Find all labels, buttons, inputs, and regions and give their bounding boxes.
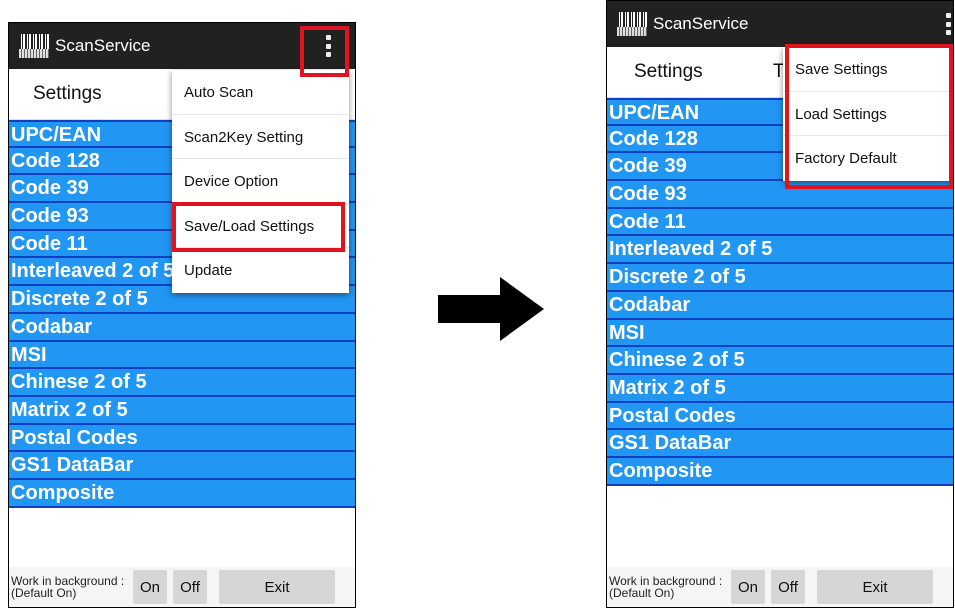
- highlight-menu: [785, 44, 953, 189]
- list-item-gs1-databar[interactable]: GS1 DataBar: [607, 430, 953, 458]
- background-label-line2: (Default On): [609, 586, 675, 600]
- list-item-interleaved-2-of-5[interactable]: Interleaved 2 of 5: [607, 236, 953, 265]
- background-label: Work in background : (Default On): [9, 575, 133, 599]
- title-bar: ScanService: [607, 1, 953, 47]
- tab-indicator: [627, 94, 707, 97]
- highlight-overflow: [300, 26, 349, 77]
- list-item-discrete-2-of-5[interactable]: Discrete 2 of 5: [607, 264, 953, 292]
- list-item-codabar[interactable]: Codabar: [607, 291, 953, 320]
- barcode-icon: [19, 34, 49, 58]
- app-title: ScanService: [55, 36, 151, 55]
- app-title: ScanService: [653, 14, 749, 33]
- exit-button[interactable]: Exit: [817, 570, 933, 604]
- more-vert-icon[interactable]: [946, 13, 952, 35]
- background-label: Work in background : (Default On): [607, 575, 731, 599]
- arrow-right-icon: [438, 277, 544, 341]
- tab-settings[interactable]: Settings: [634, 47, 703, 95]
- list-item-composite[interactable]: Composite: [9, 479, 355, 508]
- on-button[interactable]: On: [731, 570, 765, 604]
- barcode-icon: [617, 12, 647, 36]
- list-item-code-11[interactable]: Code 11: [607, 208, 953, 237]
- exit-button[interactable]: Exit: [219, 570, 335, 604]
- tab-settings[interactable]: Settings: [33, 69, 102, 117]
- overflow-menu: Auto Scan Scan2Key Setting Device Option Sa…: [172, 70, 349, 293]
- list-item-codabar[interactable]: Codabar: [9, 313, 355, 342]
- menu-item-update[interactable]: Update: [172, 248, 349, 293]
- list-item-gs1-databar[interactable]: GS1 DataBar: [9, 452, 355, 480]
- list-item-chinese-2-of-5[interactable]: Chinese 2 of 5: [9, 369, 355, 397]
- bottom-bar: Work in background : (Default On) On Off…: [607, 567, 953, 607]
- list-item-postal-codes[interactable]: Postal Codes: [9, 424, 355, 453]
- background-label-line2: (Default On): [11, 586, 77, 600]
- bottom-bar: Work in background : (Default On) On Off…: [9, 567, 355, 607]
- off-button[interactable]: Off: [173, 570, 207, 604]
- list-item-chinese-2-of-5[interactable]: Chinese 2 of 5: [607, 347, 953, 375]
- list-item-matrix-2-of-5[interactable]: Matrix 2 of 5: [9, 396, 355, 425]
- list-item-msi[interactable]: MSI: [9, 341, 355, 370]
- highlight-save-load: [172, 202, 345, 252]
- menu-item-device-option[interactable]: Device Option: [172, 159, 349, 204]
- right-screen: ScanService Settings T UPC/EAN Code 128 Co…: [606, 0, 954, 608]
- left-screen: ScanService Settings UPC/EAN Code 128 Code…: [8, 22, 356, 608]
- on-button[interactable]: On: [133, 570, 167, 604]
- tab-indicator: [29, 116, 109, 119]
- list-item-composite[interactable]: Composite: [607, 457, 953, 486]
- menu-item-scan2key-setting[interactable]: Scan2Key Setting: [172, 115, 349, 160]
- list-item-postal-codes[interactable]: Postal Codes: [607, 402, 953, 431]
- list-item-matrix-2-of-5[interactable]: Matrix 2 of 5: [607, 374, 953, 403]
- list-item-msi[interactable]: MSI: [607, 319, 953, 348]
- off-button[interactable]: Off: [771, 570, 805, 604]
